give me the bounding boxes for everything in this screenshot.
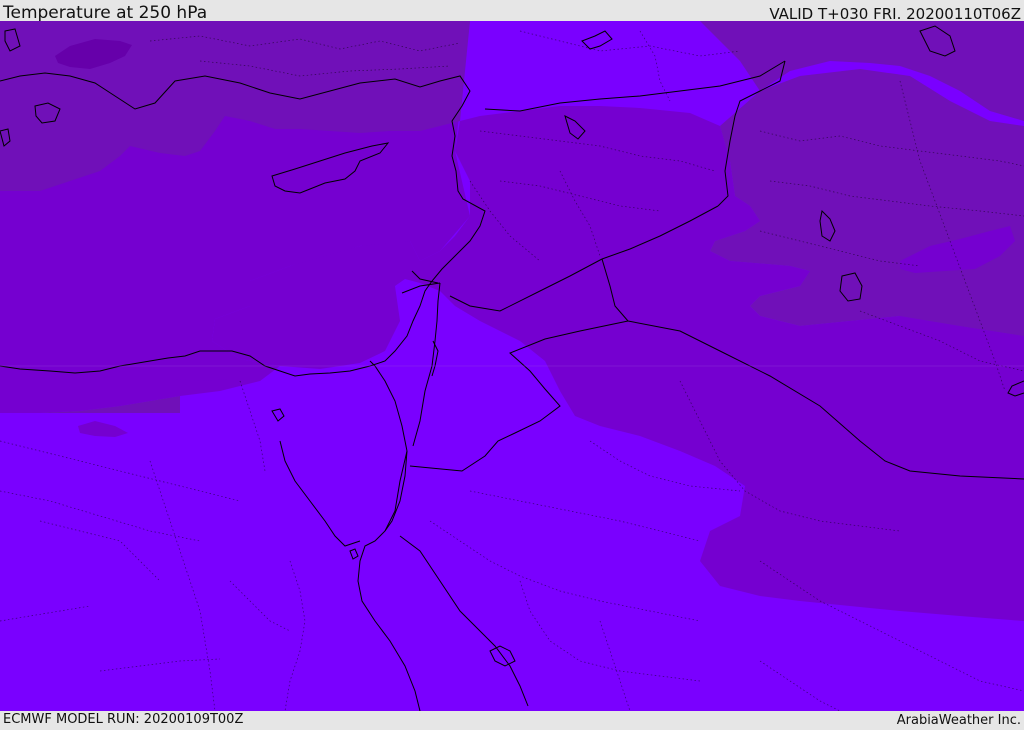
- model-run: ECMWF MODEL RUN: 20200109T00Z: [3, 712, 244, 727]
- credit: ArabiaWeather Inc.: [896, 713, 1021, 728]
- map-canvas: [0, 21, 1024, 711]
- footer-bar: ECMWF MODEL RUN: 20200109T00Z ArabiaWeat…: [0, 711, 1024, 729]
- header-bar: Temperature at 250 hPa VALID T+030 FRI. …: [0, 0, 1024, 23]
- map-title: Temperature at 250 hPa: [3, 3, 208, 23]
- weather-map[interactable]: [0, 21, 1024, 711]
